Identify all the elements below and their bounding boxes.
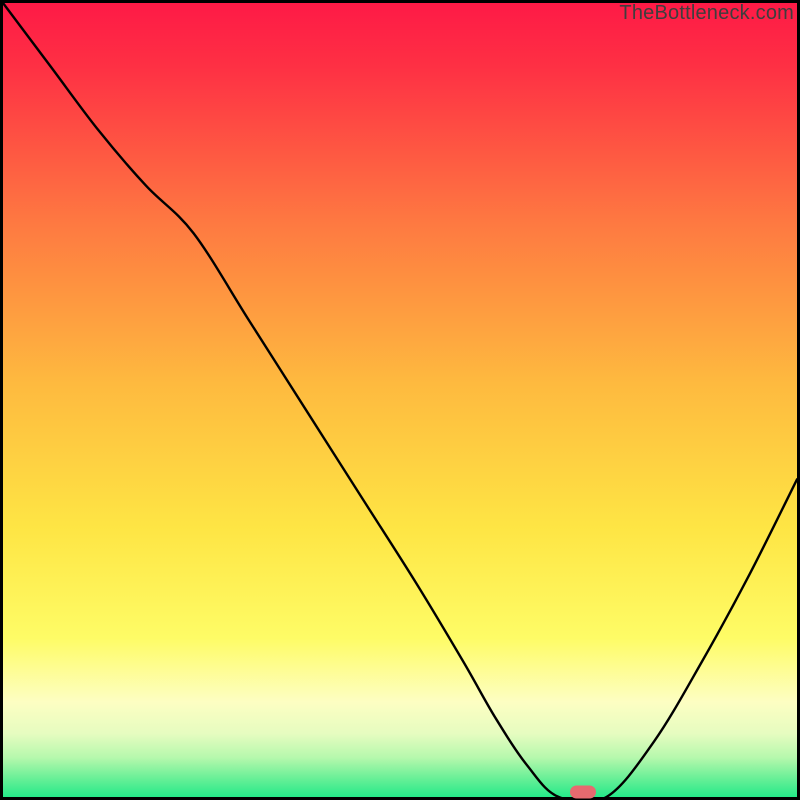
chart-stage: TheBottleneck.com <box>0 0 800 800</box>
plot-area <box>3 3 797 797</box>
optimal-marker <box>570 786 596 799</box>
gradient-background <box>3 3 797 797</box>
chart-svg <box>3 3 797 797</box>
